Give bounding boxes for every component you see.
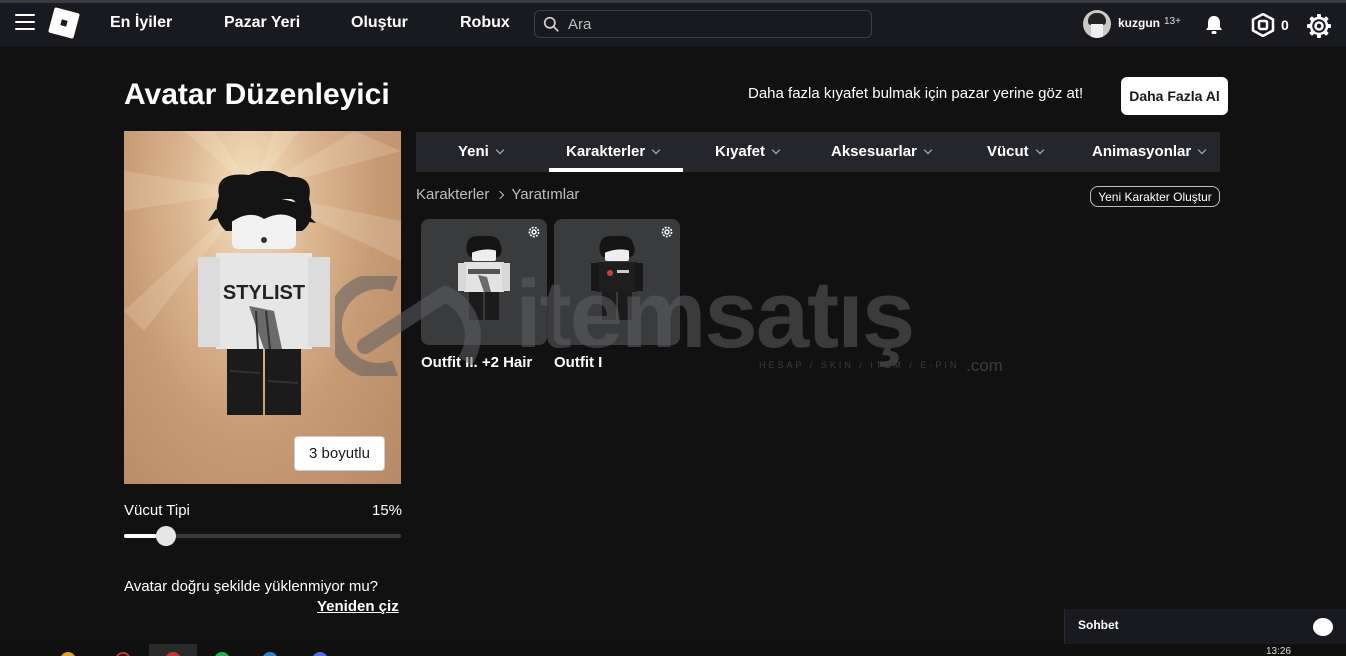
- create-new-character-button[interactable]: Yeni Karakter Oluştur: [1090, 186, 1220, 207]
- outfit-name[interactable]: Outfit II. +2 Hair: [421, 352, 547, 374]
- search-placeholder: Ara: [568, 16, 592, 33]
- chevron-down-icon: [1197, 145, 1207, 154]
- search-icon: [543, 16, 559, 32]
- notification-bell-icon[interactable]: [1203, 14, 1225, 36]
- taskbar-app-icon[interactable]: [214, 652, 230, 656]
- top-navigation-bar: En İyiler Pazar Yeri Oluştur Robux Ara k…: [0, 0, 1346, 46]
- selected-tab-indicator: [549, 168, 683, 172]
- taskbar-app-icon[interactable]: [115, 652, 131, 656]
- username: kuzgun: [1118, 16, 1160, 30]
- outfit-name[interactable]: Outfit I: [554, 352, 680, 374]
- breadcrumb: Karakterler Yaratımlar: [416, 186, 579, 203]
- avatar-load-message: Avatar doğru şekilde yüklenmiyor mu?: [124, 578, 379, 595]
- hamburger-menu-icon[interactable]: [15, 14, 35, 32]
- taskbar-active-app[interactable]: [149, 644, 197, 656]
- tab-new[interactable]: Yeni: [458, 143, 505, 160]
- roblox-logo-icon[interactable]: [48, 7, 80, 39]
- taskbar-app-icon[interactable]: [262, 652, 278, 656]
- body-type-label: Vücut Tipi: [124, 502, 190, 519]
- chevron-down-icon: [495, 145, 505, 154]
- taskbar-clock: 13:26: [1266, 646, 1292, 656]
- settings-gear-icon[interactable]: [1306, 13, 1332, 39]
- tab-accessories[interactable]: Aksesuarlar: [831, 143, 933, 160]
- chat-bar[interactable]: Sohbet: [1064, 609, 1346, 644]
- watermark-suffix: .com: [966, 356, 1003, 375]
- avatar-preview[interactable]: STYLIST: [124, 131, 401, 484]
- outfit-card[interactable]: [421, 219, 547, 345]
- nav-link-charts[interactable]: En İyiler: [110, 14, 172, 32]
- taskbar-app-icon[interactable]: [312, 652, 328, 656]
- marketplace-promo-text: Daha fazla kıyafet bulmak için pazar yer…: [748, 85, 1084, 102]
- tab-label: Animasyonlar: [1092, 143, 1192, 160]
- new-chat-icon[interactable]: [1313, 618, 1333, 636]
- taskbar-app-icon: [165, 652, 181, 656]
- nav-link-marketplace[interactable]: Pazar Yeri: [224, 14, 300, 32]
- chevron-down-icon: [1035, 145, 1044, 154]
- 3d-view-toggle-button[interactable]: 3 boyutlu: [294, 436, 385, 471]
- nav-link-robux[interactable]: Robux: [460, 14, 510, 32]
- outfit-thumbnail: [591, 235, 643, 320]
- breadcrumb-characters[interactable]: Karakterler: [416, 186, 489, 203]
- tab-label: Aksesuarlar: [831, 143, 917, 160]
- outfit-thumbnail: [458, 235, 510, 320]
- tab-clothing[interactable]: Kıyafet: [715, 143, 781, 160]
- tab-label: Kıyafet: [715, 143, 766, 160]
- body-type-value: 15%: [372, 502, 403, 519]
- body-type-slider-thumb[interactable]: [155, 526, 176, 546]
- redraw-link[interactable]: Yeniden çiz: [317, 598, 399, 615]
- body-type-slider[interactable]: [124, 526, 401, 546]
- chevron-down-icon: [771, 145, 781, 154]
- age-badge: 13+: [1164, 16, 1181, 27]
- outfit-settings-gear-icon[interactable]: [527, 225, 541, 239]
- nav-link-create[interactable]: Oluştur: [351, 14, 408, 32]
- outfit-card[interactable]: [554, 219, 680, 345]
- breadcrumb-creations[interactable]: Yaratımlar: [511, 186, 579, 203]
- chevron-down-icon: [923, 145, 933, 154]
- search-input[interactable]: Ara: [534, 10, 872, 38]
- page-title: Avatar Düzenleyici: [124, 78, 390, 111]
- chevron-right-icon: [496, 190, 505, 199]
- avatar-character-figure: STYLIST: [198, 171, 330, 415]
- tab-label: Karakterler: [566, 143, 646, 160]
- avatar: [1083, 10, 1111, 38]
- category-tabs: Yeni Karakterler Kıyafet Aksesuarlar Vüc…: [416, 132, 1220, 172]
- tab-label: Vücut: [987, 143, 1029, 160]
- tab-label: Yeni: [458, 143, 489, 160]
- chevron-down-icon: [651, 145, 661, 154]
- tab-body[interactable]: Vücut: [987, 143, 1044, 160]
- get-more-button[interactable]: Daha Fazla Al: [1121, 77, 1228, 115]
- watermark-subtext: HESAP / SKIN / ITEM / E-PIN: [759, 360, 960, 370]
- robux-icon[interactable]: [1251, 13, 1275, 37]
- chat-label: Sohbet: [1078, 618, 1119, 632]
- taskbar-app-icon[interactable]: [60, 652, 76, 656]
- outfit-settings-gear-icon[interactable]: [660, 225, 674, 239]
- tab-animations[interactable]: Animasyonlar: [1092, 143, 1207, 160]
- robux-balance[interactable]: 0: [1281, 17, 1289, 33]
- os-taskbar: 13:26: [0, 644, 1346, 656]
- tab-characters[interactable]: Karakterler: [566, 143, 661, 160]
- shirt-text: STYLIST: [223, 282, 305, 304]
